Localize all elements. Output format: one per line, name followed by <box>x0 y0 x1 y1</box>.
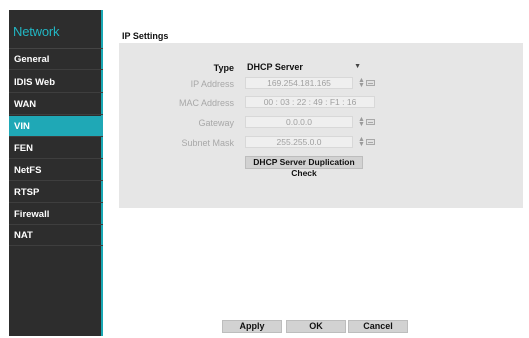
keyboard-icon[interactable] <box>366 119 375 125</box>
type-select[interactable]: DHCP Server ▼ <box>245 61 363 73</box>
sidebar-item-netfs[interactable]: NetFS <box>9 160 103 181</box>
sidebar-item-firewall[interactable]: Firewall <box>9 204 103 225</box>
sidebar-item-vin[interactable]: VIN <box>9 116 103 137</box>
mac-address-label: MAC Address <box>178 98 234 108</box>
spin-arrows-icon[interactable]: ▲ ▼ <box>358 116 365 128</box>
sidebar-item-fen[interactable]: FEN <box>9 138 103 159</box>
sidebar-title: Network <box>13 24 60 39</box>
gateway-field[interactable]: 0.0.0.0 <box>245 116 353 128</box>
sidebar-item-wan[interactable]: WAN <box>9 94 103 115</box>
apply-button[interactable]: Apply <box>222 320 282 333</box>
section-title: IP Settings <box>122 31 169 41</box>
sidebar-item-idis-web[interactable]: IDIS Web <box>9 72 103 93</box>
sidebar-item-nat[interactable]: NAT <box>9 225 103 246</box>
sidebar: Network General IDIS Web WAN VIN FEN Net… <box>9 10 103 336</box>
gateway-label: Gateway <box>198 118 234 128</box>
mac-address-field: 00 : 03 : 22 : 49 : F1 : 16 <box>245 96 375 108</box>
spin-arrows-icon[interactable]: ▲ ▼ <box>358 77 365 89</box>
keyboard-icon[interactable] <box>366 139 375 145</box>
cancel-button[interactable]: Cancel <box>348 320 408 333</box>
ip-address-label: IP Address <box>190 79 234 89</box>
keyboard-icon[interactable] <box>366 80 375 86</box>
dhcp-duplication-check-button[interactable]: DHCP Server Duplication Check <box>245 156 363 178</box>
chevron-down-icon: ▼ <box>354 63 361 70</box>
ok-button[interactable]: OK <box>286 320 346 333</box>
type-label: Type <box>213 63 234 73</box>
sidebar-item-general[interactable]: General <box>9 49 103 70</box>
type-select-value: DHCP Server <box>247 62 303 72</box>
subnet-mask-field[interactable]: 255.255.0.0 <box>245 136 353 148</box>
spin-arrows-icon[interactable]: ▲ ▼ <box>358 136 365 148</box>
subnet-mask-label: Subnet Mask <box>181 138 234 148</box>
sidebar-item-rtsp[interactable]: RTSP <box>9 182 103 203</box>
ip-address-field[interactable]: 169.254.181.165 <box>245 77 353 89</box>
